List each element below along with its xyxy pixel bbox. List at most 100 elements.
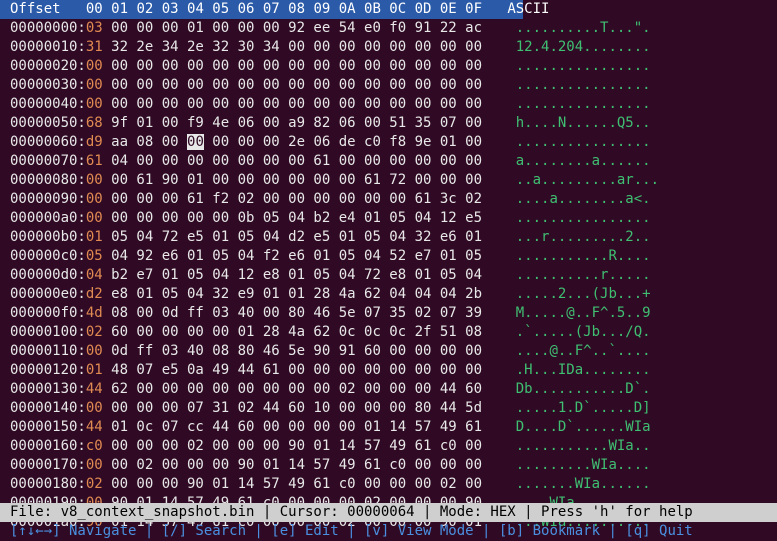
row-first-byte[interactable]: 00 [86,191,103,207]
hex-editor-terminal: Offset 00 01 02 03 04 05 06 07 08 09 0A … [0,0,777,541]
hex-row[interactable]: 00000130:44 62 00 00 00 00 00 00 00 00 0… [10,380,651,399]
hex-row[interactable]: 000000b0:01 05 04 72 e5 01 05 04 d2 e5 0… [10,228,651,247]
row-first-byte[interactable]: 01 [86,362,103,378]
hex-row[interactable]: 00000160:c0 00 00 00 02 00 00 00 90 01 1… [10,437,651,456]
row-hex-bytes[interactable]: 00 00 00 00 00 0b 05 04 b2 e4 01 05 04 1… [103,210,482,226]
row-first-byte[interactable]: 00 [86,343,103,359]
hex-row[interactable]: 00000030:00 00 00 00 00 00 00 00 00 00 0… [10,76,651,95]
hex-row[interactable]: 000000d0:04 b2 e7 01 05 04 12 e8 01 05 0… [10,266,651,285]
hex-row[interactable]: 000000f0:4d 08 00 0d ff 03 40 00 80 46 5… [10,304,651,323]
row-first-byte[interactable]: c0 [86,438,103,454]
row-hex-bytes[interactable]: 04 00 00 00 00 00 00 00 61 00 00 00 00 0… [103,153,482,169]
row-hex-bytes[interactable]: 00 61 90 01 00 00 00 00 00 00 61 72 00 0… [103,172,482,188]
row-offset: 00000090: [10,191,86,207]
row-ascii: ................ [515,58,651,74]
row-hex-bytes[interactable]: b2 e7 01 05 04 12 e8 01 05 04 72 e8 01 0… [103,267,482,283]
row-hex-bytes[interactable]: 62 00 00 00 00 00 00 00 00 02 00 00 00 4… [103,381,482,397]
row-hex-bytes[interactable]: 00 00 00 02 00 00 00 90 01 14 57 49 61 c… [103,438,482,454]
row-hex-bytes[interactable]: 00 00 00 00 00 00 00 00 00 00 00 00 00 0… [103,77,482,93]
row-ascii: ................ [515,77,651,93]
row-hex-bytes[interactable]: 60 00 00 00 00 01 28 4a 62 0c 0c 0c 2f 5… [103,324,482,340]
row-first-byte[interactable]: 00 [86,77,103,93]
row-first-byte[interactable]: 02 [86,324,103,340]
row-hex-bytes[interactable]: 00 00 00 2e 06 de c0 f8 9e 01 00 [204,134,482,150]
hex-row[interactable]: 00000040:00 00 00 00 00 00 00 00 00 00 0… [10,95,651,114]
hex-row[interactable]: 00000010:31 32 2e 34 2e 32 30 34 00 00 0… [10,38,651,57]
row-hex-bytes[interactable]: 0d ff 03 40 08 80 46 5e 90 91 60 00 00 0… [103,343,482,359]
row-first-byte[interactable]: 68 [86,115,103,131]
row-offset: 00000060: [10,134,86,150]
row-first-byte[interactable]: 61 [86,153,103,169]
row-hex-bytes[interactable]: 00 00 00 61 f2 02 00 00 00 00 00 00 61 3… [103,191,482,207]
row-first-byte[interactable]: 00 [86,400,103,416]
hex-row[interactable]: 00000170:00 00 02 00 00 00 90 01 14 57 4… [10,456,651,475]
row-offset: 00000080: [10,172,86,188]
row-offset: 00000070: [10,153,86,169]
hex-row[interactable]: 000000c0:05 04 92 e6 01 05 04 f2 e6 01 0… [10,247,651,266]
hex-row[interactable]: 00000180:02 00 00 00 90 01 14 57 49 61 c… [10,475,651,494]
hex-row[interactable]: 00000110:00 0d ff 03 40 08 80 46 5e 90 9… [10,342,651,361]
row-hex-bytes[interactable]: 00 00 00 00 00 00 00 00 00 00 00 00 00 0… [103,58,482,74]
row-first-byte[interactable]: 4d [86,305,103,321]
row-hex-bytes[interactable]: 01 0c 07 cc 44 60 00 00 00 00 01 14 57 4… [103,419,482,435]
cursor-byte[interactable]: 00 [187,134,204,150]
row-first-byte[interactable]: 00 [86,96,103,112]
row-first-byte[interactable]: 03 [86,20,103,36]
hex-row[interactable]: 00000070:61 04 00 00 00 00 00 00 00 61 0… [10,152,651,171]
row-hex-bytes[interactable]: 04 92 e6 01 05 04 f2 e6 01 05 04 52 e7 0… [103,248,482,264]
byte-column-header: 00 01 02 03 04 05 06 07 08 09 0A 0B 0C 0… [85,1,483,17]
row-hex-bytes[interactable]: 32 2e 34 2e 32 30 34 00 00 00 00 00 00 0… [103,39,482,55]
row-hex-bytes[interactable]: aa 08 00 [103,134,187,150]
row-first-byte[interactable]: 02 [86,476,103,492]
hex-row[interactable]: 00000120:01 48 07 e5 0a 49 44 61 00 00 0… [10,361,651,380]
row-offset: 00000180: [10,476,86,492]
row-offset: 00000000: [10,20,86,36]
hex-row[interactable]: 00000000:03 00 00 00 01 00 00 00 92 ee 5… [10,19,651,38]
hex-row[interactable]: 00000050:68 9f 01 00 f9 4e 06 00 a9 82 0… [10,114,651,133]
row-hex-bytes[interactable]: 00 02 00 00 00 90 01 14 57 49 61 c0 00 0… [103,457,482,473]
row-offset: 00000030: [10,77,86,93]
row-ascii: ................ [515,134,651,150]
row-first-byte[interactable]: 00 [86,457,103,473]
row-offset: 000000b0: [10,229,86,245]
row-hex-bytes[interactable]: e8 01 05 04 32 e9 01 01 28 4a 62 04 04 0… [103,286,482,302]
row-first-byte[interactable]: 01 [86,229,103,245]
row-hex-bytes[interactable]: 00 00 00 01 00 00 00 92 ee 54 e0 f0 91 2… [103,20,482,36]
row-offset: 00000160: [10,438,86,454]
row-ascii: ...........WIa.. [515,438,651,454]
row-first-byte[interactable]: 00 [86,58,103,74]
row-first-byte[interactable]: 04 [86,267,103,283]
row-hex-bytes[interactable]: 48 07 e5 0a 49 44 61 00 00 00 00 00 00 0… [103,362,482,378]
row-ascii: ....@..F^..`.... [515,343,651,359]
hex-row[interactable]: 00000090:00 00 00 00 61 f2 02 00 00 00 0… [10,190,651,209]
row-hex-bytes[interactable]: 00 00 00 07 31 02 44 60 10 00 00 00 80 4… [103,400,482,416]
hex-row[interactable]: 00000150:44 01 0c 07 cc 44 60 00 00 00 0… [10,418,651,437]
hex-row[interactable]: 00000080:00 00 61 90 01 00 00 00 00 00 0… [10,171,659,190]
row-first-byte[interactable]: 00 [86,210,103,226]
row-hex-bytes[interactable]: 00 00 00 00 00 00 00 00 00 00 00 00 00 0… [103,96,482,112]
row-first-byte[interactable]: 44 [86,381,103,397]
hex-row[interactable]: 00000100:02 60 00 00 00 00 01 28 4a 62 0… [10,323,651,342]
row-first-byte[interactable]: 00 [86,172,103,188]
hex-row[interactable]: 000000a0:00 00 00 00 00 00 0b 05 04 b2 e… [10,209,651,228]
column-header-bar: Offset 00 01 02 03 04 05 06 07 08 09 0A … [0,0,549,19]
row-first-byte[interactable]: 05 [86,248,103,264]
hex-row[interactable]: 00000020:00 00 00 00 00 00 00 00 00 00 0… [10,57,651,76]
key-help-text: [↑↓←→] Navigate | [/] Search | [e] Edit … [10,523,693,539]
row-hex-bytes[interactable]: 00 00 00 90 01 14 57 49 61 c0 00 00 00 0… [103,476,482,492]
row-ascii: ..........r..... [515,267,651,283]
hex-row[interactable]: 000000e0:d2 e8 01 05 04 32 e9 01 01 28 4… [10,285,651,304]
offset-header: Offset [10,1,61,17]
row-offset: 00000150: [10,419,86,435]
row-hex-bytes[interactable]: 9f 01 00 f9 4e 06 00 a9 82 06 00 51 35 0… [103,115,482,131]
row-first-byte[interactable]: 31 [86,39,103,55]
row-offset: 00000110: [10,343,86,359]
row-first-byte[interactable]: d9 [86,134,103,150]
row-first-byte[interactable]: 44 [86,419,103,435]
hex-row[interactable]: 00000140:00 00 00 00 07 31 02 44 60 10 0… [10,399,651,418]
hex-row[interactable]: 00000060:d9 aa 08 00 00 00 00 00 2e 06 d… [10,133,651,152]
row-first-byte[interactable]: d2 [86,286,103,302]
row-hex-bytes[interactable]: 05 04 72 e5 01 05 04 d2 e5 01 05 04 32 e… [103,229,482,245]
row-hex-bytes[interactable]: 08 00 0d ff 03 40 00 80 46 5e 07 35 02 0… [103,305,482,321]
row-ascii: ...........R.... [515,248,651,264]
